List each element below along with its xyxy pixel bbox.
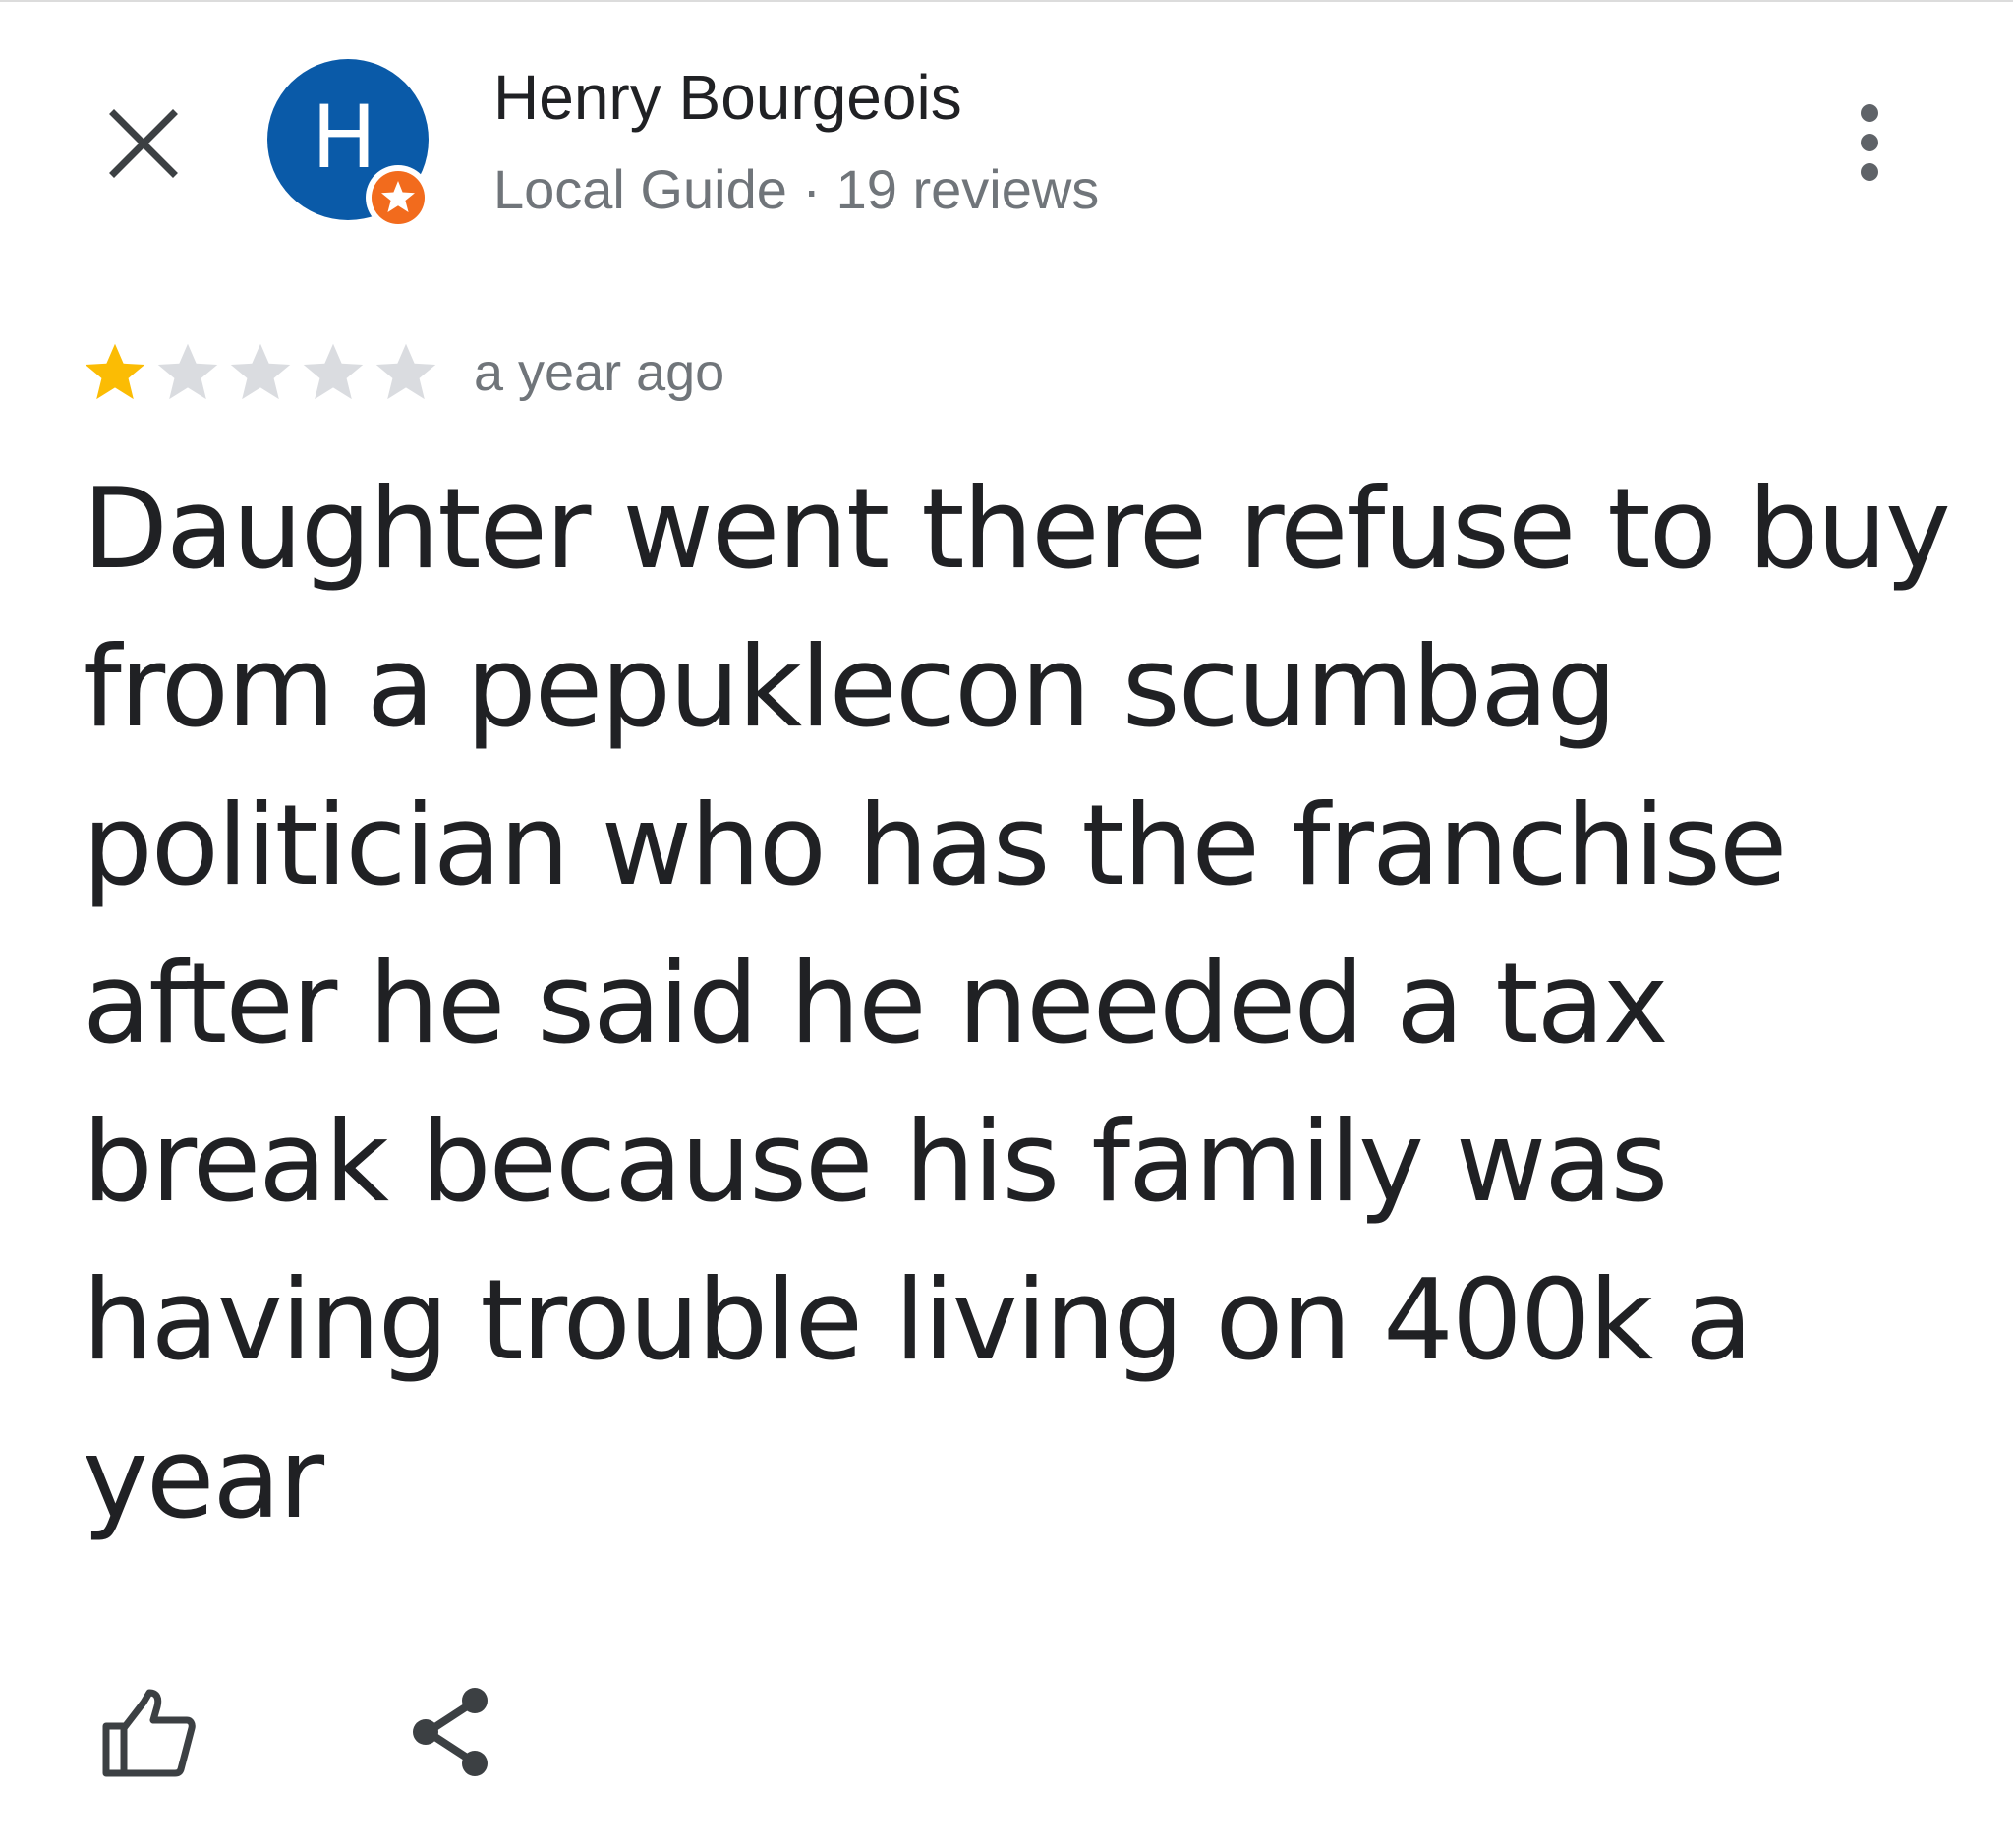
star-empty-icon: [157, 343, 218, 400]
review-text-line: from a pepuklecon scumbag: [83, 622, 1617, 752]
star-empty-icon: [375, 343, 436, 400]
review-text-line: year: [83, 1414, 324, 1543]
review-text-line: having trouble living on 400k a: [83, 1255, 1753, 1385]
author-name[interactable]: Henry Bourgeois: [493, 61, 962, 134]
close-button[interactable]: [94, 94, 193, 193]
star-rating: [79, 336, 442, 409]
review-text: Daughter went there refuse to buy from a …: [83, 450, 1970, 1558]
review-text-line: break because his family was: [83, 1097, 1668, 1227]
review-text-line: Daughter went there refuse to buy: [83, 464, 1951, 594]
like-button[interactable]: [86, 1671, 208, 1793]
local-guide-star-icon: [372, 171, 425, 224]
local-guide-badge: [366, 165, 431, 230]
star-filled-icon: [85, 343, 145, 400]
rating-row: a year ago: [79, 338, 724, 407]
review-text-line: after he said he needed a tax: [83, 939, 1669, 1068]
more-options-button[interactable]: [1824, 88, 1915, 197]
review-dialog: H Henry Bourgeois Local Guide · 19 revie…: [0, 0, 2013, 1848]
author-meta: Local Guide · 19 reviews: [493, 158, 1100, 220]
top-divider: [0, 0, 2013, 2]
review-text-line: politician who has the franchise: [83, 780, 1787, 910]
close-icon: [109, 109, 178, 178]
star-empty-icon: [230, 343, 291, 400]
more-vertical-icon: [1861, 104, 1878, 181]
thumbs-up-icon: [102, 1689, 196, 1777]
avatar-letter: H: [311, 86, 377, 188]
share-button[interactable]: [393, 1671, 515, 1793]
review-time: a year ago: [474, 343, 725, 402]
share-icon: [413, 1688, 488, 1776]
star-empty-icon: [303, 343, 364, 400]
